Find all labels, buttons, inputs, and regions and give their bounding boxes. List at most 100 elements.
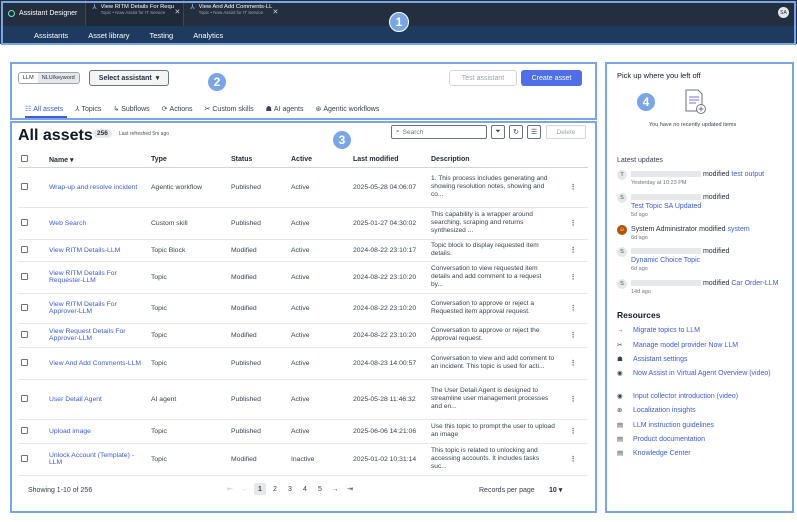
- asset-type: Topic: [148, 261, 228, 294]
- row-checkbox[interactable]: [18, 261, 46, 294]
- column-type[interactable]: Type: [148, 153, 228, 168]
- refresh-button[interactable]: ↻: [509, 125, 523, 139]
- page-title: All assets: [18, 127, 93, 144]
- resource-link[interactable]: → Migrate topics to LLM: [617, 326, 700, 335]
- update-time: 14d ago: [631, 289, 651, 295]
- delete-button[interactable]: Delete: [546, 125, 586, 139]
- columns-button[interactable]: ☰: [527, 125, 541, 139]
- column-name[interactable]: Name ▾: [46, 153, 148, 168]
- row-checkbox[interactable]: [18, 443, 46, 476]
- more-vert-icon[interactable]: ⋮: [558, 207, 588, 240]
- asset-description: This capability is a wrapper around sear…: [428, 207, 558, 240]
- filter-ai-agents[interactable]: ☗ AI agents: [265, 105, 304, 114]
- asset-modified: 2024-08-22 23:10:20: [350, 293, 428, 324]
- resource-link[interactable]: ✂ Manage model provider Now LLM: [617, 341, 738, 350]
- asset-modified: 2024-08-22 23:10:20: [350, 261, 428, 294]
- resource-link[interactable]: ▤ Product documentation: [617, 435, 705, 444]
- more-vert-icon[interactable]: ⋮: [558, 347, 588, 380]
- asset-name-link[interactable]: View RITM Details For Approver-LLM: [46, 293, 148, 324]
- globe-icon: ⊕: [617, 407, 623, 414]
- more-vert-icon[interactable]: ⋮: [558, 323, 588, 348]
- row-checkbox[interactable]: [18, 419, 46, 444]
- prev-page-icon[interactable]: ←: [239, 483, 251, 495]
- column-status[interactable]: Status: [228, 153, 288, 168]
- page-5[interactable]: 5: [314, 483, 326, 495]
- asset-name-link[interactable]: View RITM Details For Requester-LLM: [46, 261, 148, 294]
- row-checkbox[interactable]: [18, 347, 46, 380]
- records-per-page-select[interactable]: 10 ▾: [549, 486, 562, 494]
- toggle-nlu[interactable]: NLU/keyword: [37, 73, 79, 83]
- filter-custom-skills[interactable]: ✂ Custom skills: [205, 105, 254, 114]
- resource-link[interactable]: ▤ Knowledge Center: [617, 449, 691, 458]
- select-all-checkbox[interactable]: [18, 153, 46, 168]
- row-checkbox[interactable]: [18, 293, 46, 324]
- column-description[interactable]: Description: [428, 153, 558, 168]
- update-link[interactable]: system: [728, 226, 750, 233]
- row-checkbox[interactable]: [18, 323, 46, 348]
- asset-name-link[interactable]: Upload image: [46, 419, 148, 444]
- search-input[interactable]: [402, 128, 483, 136]
- asset-status: Modified: [228, 443, 288, 476]
- page-4[interactable]: 4: [299, 483, 311, 495]
- filter-button[interactable]: ⏷: [491, 125, 505, 139]
- more-vert-icon[interactable]: ⋮: [558, 167, 588, 208]
- more-vert-icon[interactable]: ⋮: [558, 379, 588, 420]
- update-time: 5d ago: [631, 212, 648, 218]
- page-3[interactable]: 3: [284, 483, 296, 495]
- mode-toggle[interactable]: LLM NLU/keyword: [18, 72, 80, 84]
- resource-link[interactable]: ☗ Assistant settings: [617, 355, 687, 364]
- filter-topics[interactable]: ⅄ Topics: [75, 105, 101, 114]
- resource-link[interactable]: ◉ Now Assist in Virtual Agent Overview (v…: [617, 369, 787, 378]
- more-vert-icon[interactable]: ⋮: [558, 293, 588, 324]
- asset-status: Modified: [228, 239, 288, 262]
- row-checkbox[interactable]: [18, 379, 46, 420]
- filter-all-assets[interactable]: ☷ All assets: [25, 105, 63, 114]
- test-assistant-button[interactable]: Test assistant: [449, 70, 517, 86]
- update-link[interactable]: Car Order-LLM: [731, 280, 778, 287]
- filter-subflows[interactable]: ↳ Subflows: [113, 105, 149, 114]
- asset-name-link[interactable]: Web Search: [46, 207, 148, 240]
- asset-description: 1. This process includes generating and …: [428, 167, 558, 208]
- search-box[interactable]: ⌕: [391, 125, 487, 139]
- row-checkbox[interactable]: [18, 167, 46, 208]
- filter-agentic-workflows[interactable]: ⊛ Agentic workflows: [315, 105, 379, 114]
- more-vert-icon[interactable]: ⋮: [558, 261, 588, 294]
- agent-icon: ☗: [265, 106, 272, 113]
- asset-description: Conversation to approve or reject a Requ…: [428, 293, 558, 324]
- asset-name-link[interactable]: Wrap-up and resolve incident: [46, 167, 148, 208]
- update-link[interactable]: Dynamic Choice Topic: [631, 257, 700, 264]
- first-page-icon[interactable]: ⇤: [224, 483, 236, 495]
- asset-name-link[interactable]: User Detail Agent: [46, 379, 148, 420]
- callout-badge-2: 2: [207, 72, 227, 92]
- resource-link[interactable]: ▤ LLM instruction guidelines: [617, 421, 714, 430]
- next-page-icon[interactable]: →: [329, 483, 341, 495]
- more-vert-icon[interactable]: ⋮: [558, 239, 588, 262]
- avatar: ☺: [617, 225, 627, 235]
- select-assistant-dropdown[interactable]: Select assistant ▾: [89, 70, 169, 86]
- row-checkbox[interactable]: [18, 207, 46, 240]
- page-1[interactable]: 1: [254, 483, 266, 495]
- filter-actions[interactable]: ⟳ Actions: [161, 105, 193, 114]
- page-2[interactable]: 2: [269, 483, 281, 495]
- asset-description: The User Detail Agent is designed to str…: [428, 379, 558, 420]
- asset-name-link[interactable]: View RITM Details-LLM: [46, 239, 148, 262]
- last-page-icon[interactable]: ⇥: [344, 483, 356, 495]
- action-icon: ⟳: [161, 106, 168, 113]
- resource-link[interactable]: ◉ Input collector introduction (video): [617, 392, 738, 401]
- asset-name-link[interactable]: View Request Details For Approver-LLM: [46, 323, 148, 348]
- asset-name-link[interactable]: Unlock Account (Template) - LLM: [46, 443, 148, 476]
- document-add-icon: [685, 89, 706, 114]
- asset-type: Topic Block: [148, 239, 228, 262]
- more-vert-icon[interactable]: ⋮: [558, 419, 588, 444]
- create-asset-button[interactable]: Create asset: [521, 70, 582, 86]
- asset-modified: 2024-08-23 14:00:57: [350, 347, 428, 380]
- update-link[interactable]: Test Topic SA Updated: [631, 203, 701, 210]
- asset-name-link[interactable]: View And Add Comments-LLM: [46, 347, 148, 380]
- column-last-modified[interactable]: Last modified: [350, 153, 428, 168]
- row-checkbox[interactable]: [18, 239, 46, 262]
- more-vert-icon[interactable]: ⋮: [558, 443, 588, 476]
- update-link[interactable]: test output: [731, 171, 764, 178]
- resource-link[interactable]: ⊕ Localization insights: [617, 406, 696, 415]
- column-active[interactable]: Active: [288, 153, 350, 168]
- toggle-llm[interactable]: LLM: [19, 73, 38, 83]
